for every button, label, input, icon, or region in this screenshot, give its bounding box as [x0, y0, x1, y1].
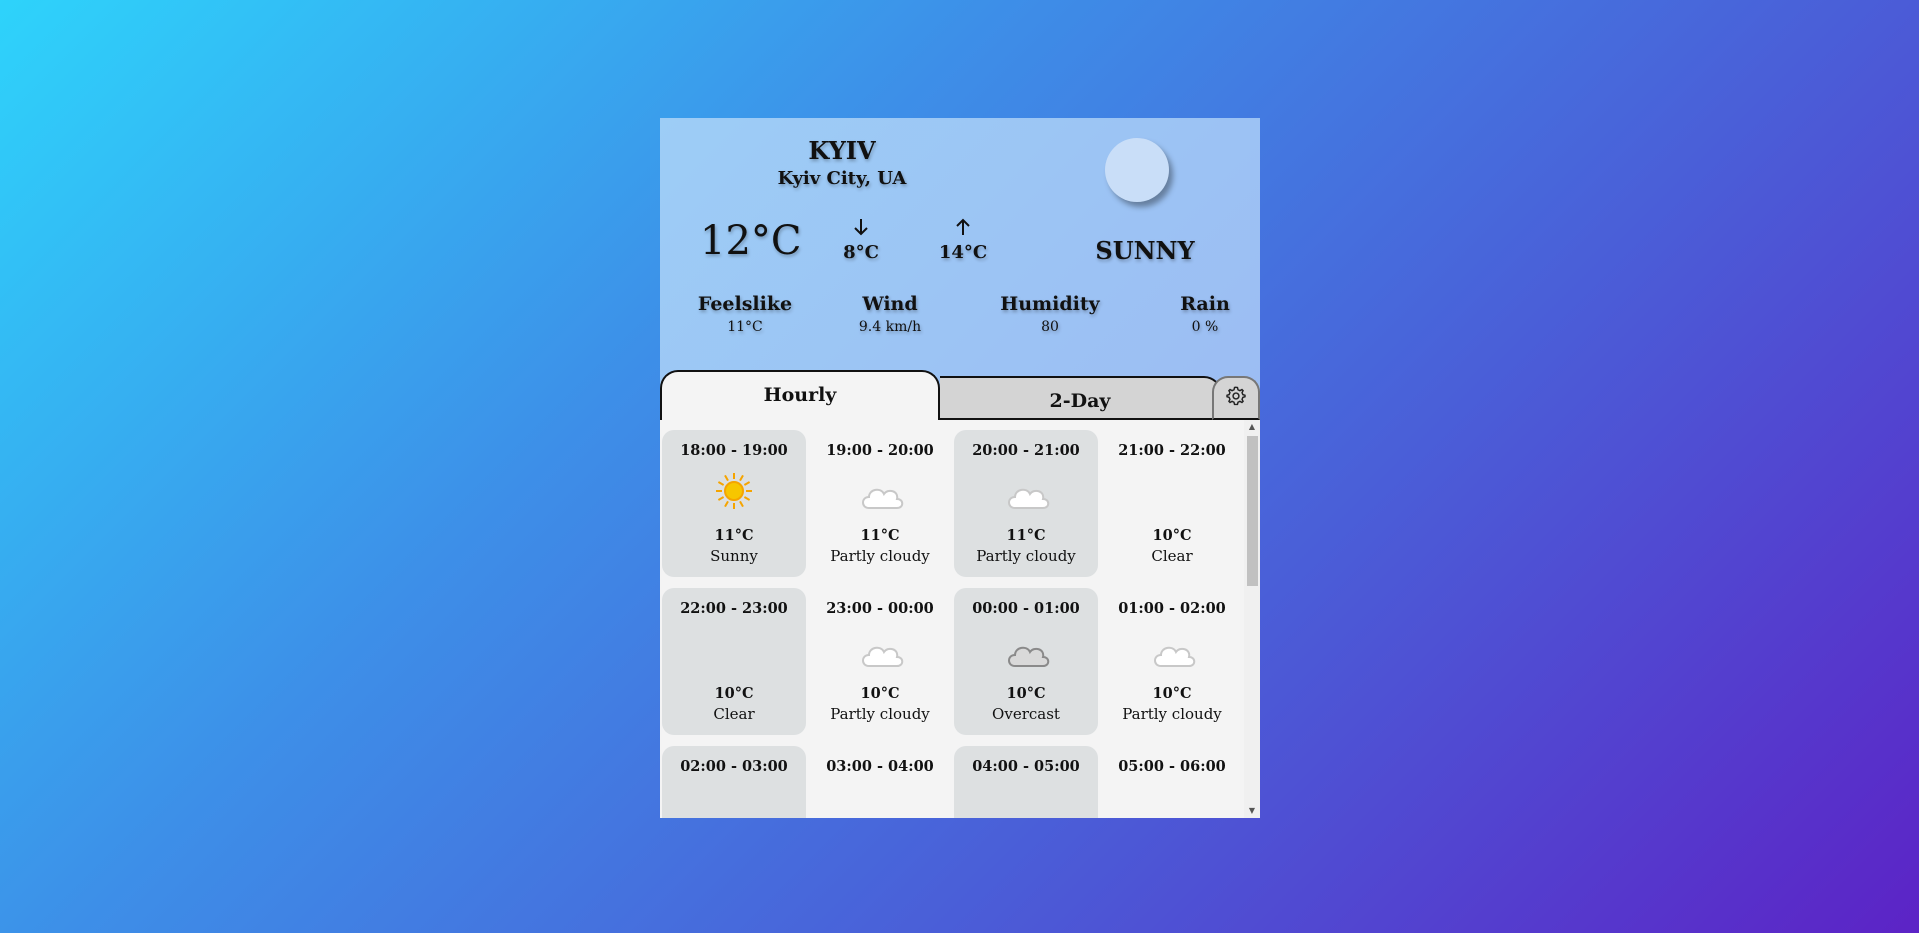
forecast-tabs: 2-Day Hourly — [660, 370, 1260, 420]
hourly-temp: 10°C — [1152, 527, 1192, 544]
hourly-desc: Overcast — [992, 705, 1060, 723]
hourly-temp: 10°C — [714, 685, 754, 702]
stat-label: Rain — [1180, 293, 1230, 315]
condition-label: SUNNY — [1095, 236, 1195, 265]
hourly-desc: Partly cloudy — [830, 547, 930, 565]
hourly-desc: Sunny — [710, 547, 758, 565]
tab-2-day[interactable]: 2-Day — [940, 376, 1222, 420]
sun-icon — [709, 470, 759, 512]
settings-button[interactable] — [1212, 376, 1260, 420]
partly-cloudy-night-icon — [1001, 469, 1051, 512]
arrow-up-icon — [933, 218, 993, 240]
moon-icon — [709, 786, 759, 818]
hourly-cell[interactable]: 19:00 - 20:00 11°C Partly cloudy — [808, 430, 952, 577]
stat-rain: Rain 0 % — [1170, 293, 1240, 335]
moon-icon — [1147, 786, 1197, 818]
region-name: Kyiv City, UA — [777, 168, 907, 189]
hourly-temp: 10°C — [860, 685, 900, 702]
hourly-temp: 10°C — [1006, 685, 1046, 702]
hourly-time: 00:00 - 01:00 — [972, 600, 1080, 617]
hourly-temp: 10°C — [1152, 685, 1192, 702]
hourly-desc: Partly cloudy — [830, 705, 930, 723]
hourly-time: 18:00 - 19:00 — [680, 442, 788, 459]
hourly-cell[interactable]: 03:00 - 04:00 — [808, 746, 952, 818]
stat-value: 9.4 km/h — [858, 319, 922, 335]
hourly-time: 01:00 - 02:00 — [1118, 600, 1226, 617]
hourly-temp: 11°C — [860, 527, 900, 544]
hourly-time: 02:00 - 03:00 — [680, 758, 788, 775]
min-temp: 8°C — [831, 218, 891, 263]
scrollbar-thumb[interactable] — [1247, 436, 1258, 586]
hourly-temp: 11°C — [714, 527, 754, 544]
moon-icon — [1001, 786, 1051, 818]
hourly-cell[interactable]: 18:00 - 19:00 11°C Sunny — [662, 430, 806, 577]
hourly-forecast-panel[interactable]: 18:00 - 19:00 11°C Sunny 19:00 - 20:00 11°C P… — [660, 420, 1260, 818]
hourly-cell[interactable]: 05:00 - 06:00 — [1100, 746, 1244, 818]
hourly-desc: Partly cloudy — [976, 547, 1076, 565]
weather-card: KYIV Kyiv City, UA 12°C 8°C 14°C SUNNY F… — [660, 118, 1260, 818]
hourly-time: 22:00 - 23:00 — [680, 600, 788, 617]
scroll-up-arrow[interactable]: ▲ — [1244, 420, 1260, 434]
hourly-cell[interactable]: 22:00 - 23:00 10°C Clear — [662, 588, 806, 735]
hourly-time: 03:00 - 04:00 — [826, 758, 934, 775]
stat-wind: Wind 9.4 km/h — [835, 293, 945, 335]
partly-cloudy-night-icon — [855, 469, 905, 512]
hourly-desc: Partly cloudy — [1122, 705, 1222, 723]
hourly-time: 19:00 - 20:00 — [826, 442, 934, 459]
hourly-time: 21:00 - 22:00 — [1118, 442, 1226, 459]
arrow-down-icon — [831, 218, 891, 240]
stat-label: Humidity — [1000, 293, 1100, 315]
moon-icon — [1125, 156, 1149, 184]
partly-cloudy-night-icon — [1147, 627, 1197, 670]
max-temp-value: 14°C — [938, 242, 988, 263]
hourly-cell[interactable]: 04:00 - 05:00 — [954, 746, 1098, 818]
hourly-cell[interactable]: 23:00 - 00:00 10°C Partly cloudy — [808, 588, 952, 735]
hourly-cell[interactable]: 01:00 - 02:00 10°C Partly cloudy — [1100, 588, 1244, 735]
gear-icon — [1225, 385, 1247, 411]
hourly-cell[interactable]: 00:00 - 01:00 10°C Overcast — [954, 588, 1098, 735]
stat-value: 11°C — [727, 319, 763, 335]
overcast-cloud-icon — [1001, 628, 1051, 670]
stat-feelslike: Feelslike 11°C — [690, 293, 800, 335]
hourly-time: 04:00 - 05:00 — [972, 758, 1080, 775]
hourly-temp: 11°C — [1006, 527, 1046, 544]
stat-humidity: Humidity 80 — [987, 293, 1113, 335]
partly-cloudy-night-icon — [855, 627, 905, 670]
hourly-desc: Clear — [713, 705, 755, 723]
city-name: KYIV — [808, 136, 876, 165]
max-temp: 14°C — [933, 218, 993, 263]
min-temp-value: 8°C — [843, 242, 879, 263]
hourly-desc: Clear — [1151, 547, 1193, 565]
scrollbar[interactable]: ▲ ▼ — [1244, 420, 1260, 818]
hourly-time: 20:00 - 21:00 — [972, 442, 1080, 459]
stat-label: Wind — [862, 293, 918, 315]
hourly-cell[interactable]: 20:00 - 21:00 11°C Partly cloudy — [954, 430, 1098, 577]
stat-label: Feelslike — [697, 293, 793, 315]
moon-icon — [855, 786, 905, 818]
stat-value: 0 % — [1191, 319, 1219, 335]
current-temperature: 12°C — [700, 218, 802, 264]
stat-value: 80 — [1041, 319, 1059, 335]
hourly-time: 05:00 - 06:00 — [1118, 758, 1226, 775]
theme-toggle-button[interactable] — [1105, 138, 1169, 202]
tab-hourly[interactable]: Hourly — [660, 370, 940, 420]
hourly-cell[interactable]: 02:00 - 03:00 — [662, 746, 806, 818]
moon-icon — [709, 628, 759, 670]
scroll-down-arrow[interactable]: ▼ — [1244, 804, 1260, 818]
hourly-cell[interactable]: 21:00 - 22:00 10°C Clear — [1100, 430, 1244, 577]
hourly-time: 23:00 - 00:00 — [826, 600, 934, 617]
moon-icon — [1147, 470, 1197, 512]
